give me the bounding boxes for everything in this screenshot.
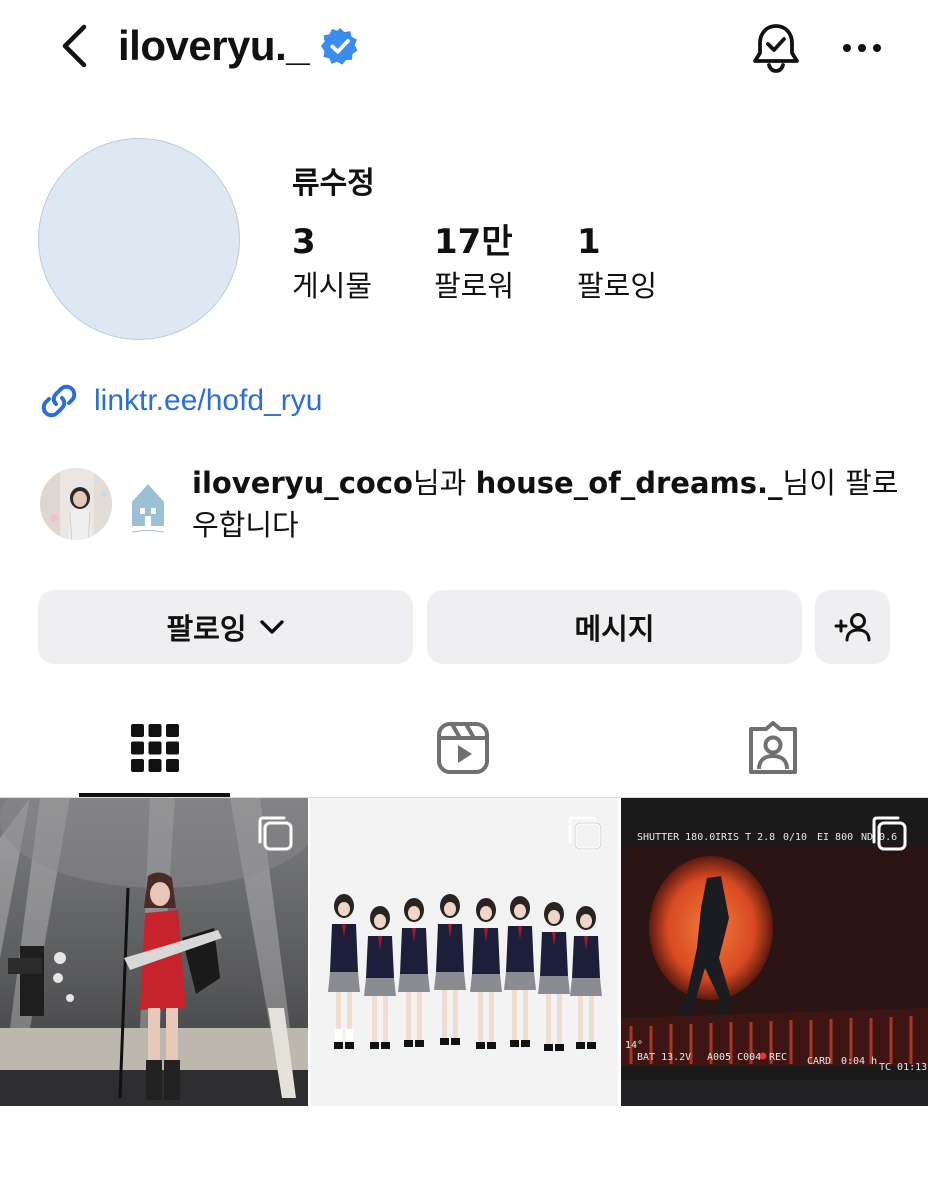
stat-posts[interactable]: 3 게시물 (292, 220, 372, 306)
post-thumbnail[interactable] (0, 798, 308, 1106)
mutual-followers-avatars[interactable] (38, 466, 180, 544)
cam-bat: BAT 13.2V (637, 1052, 691, 1063)
stat-following[interactable]: 1 팔로잉 (577, 220, 657, 306)
tab-posts-grid[interactable] (80, 700, 230, 796)
carousel-icon (258, 816, 293, 851)
message-button[interactable]: 메시지 (427, 590, 802, 664)
reels-icon (437, 722, 489, 774)
more-options-button[interactable] (836, 26, 888, 70)
carousel-icon (872, 816, 907, 851)
followers-count: 17만 (434, 222, 513, 262)
cam-card: CARD (807, 1056, 831, 1067)
message-button-label: 메시지 (574, 612, 655, 646)
display-name: 류수정 (292, 166, 375, 201)
tagged-icon (749, 721, 797, 774)
cam-clip: A005 C004 (707, 1052, 761, 1063)
cam-ei: EI 800 (817, 832, 853, 843)
profile-tabs (0, 700, 928, 798)
mutual-avatar-house-of-dreams (104, 466, 180, 542)
posts-grid: SHUTTER 180.0 IRIS T 2.8 0/10 EI 800 ND … (0, 798, 928, 1106)
chevron-down-icon (259, 619, 285, 635)
cam-time: 0:04 h (841, 1056, 877, 1067)
following-label: 팔로잉 (577, 269, 658, 303)
username-title-wrap: iloveryu._ (118, 20, 359, 72)
link-text[interactable]: linktr.ee/hofd_ryu (94, 384, 322, 418)
more-horizontal-icon (843, 44, 881, 52)
followed-by-connector: 님과 (412, 466, 476, 500)
back-button[interactable] (52, 22, 96, 70)
posts-count: 3 (292, 222, 316, 262)
link-icon (38, 380, 80, 422)
followed-by-text[interactable]: iloveryu_coco님과 house_of_dreams._님이 팔로우합… (192, 462, 902, 546)
mutual-avatar-iloveryu-coco (38, 466, 114, 542)
active-tab-indicator (79, 793, 230, 797)
cam-iris: IRIS T 2.8 (715, 832, 775, 843)
following-button-label: 팔로잉 (166, 612, 247, 646)
grid-icon (131, 724, 179, 772)
chevron-left-icon (62, 24, 87, 68)
profile-header: iloveryu._ (0, 0, 928, 96)
mutual-user-1[interactable]: iloveryu_coco (192, 466, 413, 500)
username-title: iloveryu._ (118, 22, 310, 69)
cam-temp: 14° (625, 1040, 643, 1051)
add-user-button[interactable] (815, 590, 890, 664)
following-count: 1 (577, 222, 601, 262)
cam-shutter: SHUTTER 180.0 (637, 832, 715, 843)
profile-avatar[interactable] (38, 138, 240, 340)
following-button[interactable]: 팔로잉 (38, 590, 413, 664)
tab-reels[interactable] (388, 700, 538, 796)
mutual-user-2[interactable]: house_of_dreams._ (476, 466, 783, 500)
post-thumbnail[interactable] (310, 798, 618, 1106)
bell-check-icon (753, 24, 799, 73)
tab-tagged[interactable] (698, 700, 848, 796)
notification-bell-button[interactable] (748, 20, 804, 76)
bio-link[interactable]: linktr.ee/hofd_ryu (38, 378, 322, 424)
cam-tc: TC 01:13:1 (879, 1062, 928, 1073)
followers-label: 팔로워 (434, 269, 515, 303)
stat-followers[interactable]: 17만 팔로워 (434, 220, 514, 306)
add-user-icon (834, 613, 870, 642)
posts-label: 게시물 (292, 269, 373, 303)
post-thumbnail[interactable]: SHUTTER 180.0 IRIS T 2.8 0/10 EI 800 ND … (621, 798, 928, 1106)
cam-fps: 0/10 (783, 832, 807, 843)
verified-badge-icon (321, 27, 359, 65)
cam-rec: REC (769, 1052, 787, 1063)
carousel-icon (568, 816, 603, 851)
